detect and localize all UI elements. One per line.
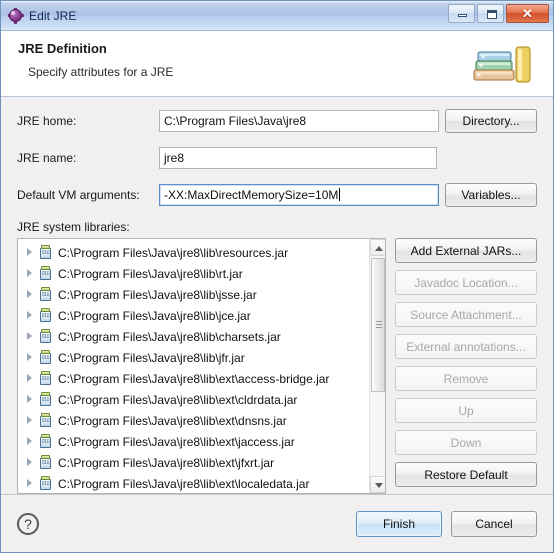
maximize-button[interactable] <box>477 4 504 23</box>
list-item[interactable]: 010 C:\Program Files\Java\jre8\lib\jsse.j… <box>18 284 368 305</box>
expand-arrow-icon[interactable] <box>25 247 36 258</box>
add-external-jars-button[interactable]: Add External JARs... <box>395 238 537 263</box>
vm-args-input[interactable]: -XX:MaxDirectMemorySize=10M <box>159 184 439 206</box>
jar-icon: 010 <box>38 434 53 449</box>
javadoc-location-button: Javadoc Location... <box>395 270 537 295</box>
list-item-label: C:\Program Files\Java\jre8\lib\ext\local… <box>58 476 310 491</box>
list-item-label: C:\Program Files\Java\jre8\lib\ext\acces… <box>58 371 330 386</box>
jar-icon: 010 <box>38 350 53 365</box>
jar-icon: 010 <box>38 392 53 407</box>
expand-arrow-icon[interactable] <box>25 457 36 468</box>
jre-name-row: JRE name: jre8 <box>17 145 537 171</box>
close-button[interactable]: ✕ <box>506 4 549 23</box>
expand-arrow-icon[interactable] <box>25 331 36 342</box>
jar-icon: 010 <box>38 476 53 491</box>
dialog-body: JRE home: C:\Program Files\Java\jre8 Dir… <box>1 97 553 494</box>
jar-icon: 010 <box>38 413 53 428</box>
list-item[interactable]: 010 C:\Program Files\Java\jre8\lib\jfr.ja… <box>18 347 368 368</box>
list-item[interactable]: 010 C:\Program Files\Java\jre8\lib\ext\jf… <box>18 452 368 473</box>
remove-button: Remove <box>395 366 537 391</box>
libraries-list-items: 010 C:\Program Files\Java\jre8\lib\resour… <box>18 239 368 493</box>
libraries-scrollbar[interactable] <box>369 239 385 493</box>
window-controls: ✕ <box>448 4 549 23</box>
cancel-button[interactable]: Cancel <box>451 510 537 537</box>
list-item[interactable]: 010 C:\Program Files\Java\jre8\lib\ext\ja… <box>18 431 368 452</box>
list-item-label: C:\Program Files\Java\jre8\lib\jsse.jar <box>58 287 257 302</box>
scroll-down-button[interactable] <box>370 476 385 493</box>
help-icon[interactable]: ? <box>17 512 39 535</box>
list-item-label: C:\Program Files\Java\jre8\lib\jce.jar <box>58 308 251 323</box>
list-item[interactable]: 010 C:\Program Files\Java\jre8\lib\ext\ac… <box>18 368 368 389</box>
minimize-icon <box>458 14 467 17</box>
expand-arrow-icon[interactable] <box>25 394 36 405</box>
libraries-area: 010 C:\Program Files\Java\jre8\lib\resour… <box>17 238 537 494</box>
list-item[interactable]: 010 C:\Program Files\Java\jre8\lib\jce.ja… <box>18 305 368 326</box>
libraries-list[interactable]: 010 C:\Program Files\Java\jre8\lib\resour… <box>17 238 386 494</box>
jar-icon: 010 <box>38 287 53 302</box>
finish-button[interactable]: Finish <box>356 510 442 537</box>
list-item-label: C:\Program Files\Java\jre8\lib\rt.jar <box>58 266 243 281</box>
edit-jre-dialog: Edit JRE ✕ JRE Definition Specify attrib… <box>0 0 554 553</box>
list-item[interactable]: 010 C:\Program Files\Java\jre8\lib\resour… <box>18 242 368 263</box>
list-item-label: C:\Program Files\Java\jre8\lib\ext\cldrd… <box>58 392 298 407</box>
list-item-label: C:\Program Files\Java\jre8\lib\ext\dnsns… <box>58 413 287 428</box>
list-item-label: C:\Program Files\Java\jre8\lib\ext\jacce… <box>58 434 295 449</box>
scroll-up-button[interactable] <box>370 239 385 256</box>
jar-icon: 010 <box>38 266 53 281</box>
list-item[interactable]: 010 C:\Program Files\Java\jre8\lib\charse… <box>18 326 368 347</box>
jre-name-value: jre8 <box>164 151 185 165</box>
jre-home-value: C:\Program Files\Java\jre8 <box>164 114 307 128</box>
jre-icon <box>8 7 24 24</box>
close-icon: ✕ <box>522 6 533 21</box>
expand-arrow-icon[interactable] <box>25 415 36 426</box>
jre-name-label: JRE name: <box>17 151 77 165</box>
expand-arrow-icon[interactable] <box>25 373 36 384</box>
external-annotations-button: External annotations... <box>395 334 537 359</box>
text-cursor <box>339 188 341 201</box>
directory-button[interactable]: Directory... <box>445 109 537 133</box>
jar-icon: 010 <box>38 245 53 260</box>
list-item-label: C:\Program Files\Java\jre8\lib\resources… <box>58 245 289 260</box>
jar-icon: 010 <box>38 455 53 470</box>
libraries-buttons: Add External JARs... Javadoc Location... S… <box>395 238 537 487</box>
jre-name-input[interactable]: jre8 <box>159 147 437 169</box>
vm-args-label: Default VM arguments: <box>17 188 140 202</box>
list-item-label: C:\Program Files\Java\jre8\lib\charsets.… <box>58 329 281 344</box>
source-attachment-button: Source Attachment... <box>395 302 537 327</box>
books-icon <box>473 46 531 83</box>
minimize-button[interactable] <box>448 4 475 23</box>
list-item-label: C:\Program Files\Java\jre8\lib\ext\jfxrt… <box>58 455 275 470</box>
expand-arrow-icon[interactable] <box>25 289 36 300</box>
expand-arrow-icon[interactable] <box>25 310 36 321</box>
up-button: Up <box>395 398 537 423</box>
maximize-icon <box>487 10 497 19</box>
jar-icon: 010 <box>38 308 53 323</box>
scrollbar-thumb[interactable] <box>371 258 385 392</box>
expand-arrow-icon[interactable] <box>25 478 36 489</box>
list-item[interactable]: 010 C:\Program Files\Java\jre8\lib\ext\cl… <box>18 389 368 410</box>
jre-home-input[interactable]: C:\Program Files\Java\jre8 <box>159 110 439 132</box>
list-item[interactable]: 010 C:\Program Files\Java\jre8\lib\ext\dn… <box>18 410 368 431</box>
title-bar[interactable]: Edit JRE ✕ <box>1 1 553 31</box>
variables-button[interactable]: Variables... <box>445 183 537 207</box>
list-item-label: C:\Program Files\Java\jre8\lib\jfr.jar <box>58 350 245 365</box>
jar-icon: 010 <box>38 329 53 344</box>
jre-home-label: JRE home: <box>17 114 77 128</box>
down-button: Down <box>395 430 537 455</box>
list-item[interactable]: 010 C:\Program Files\Java\jre8\lib\rt.jar <box>18 263 368 284</box>
jre-home-row: JRE home: C:\Program Files\Java\jre8 Dir… <box>17 109 537 133</box>
expand-arrow-icon[interactable] <box>25 268 36 279</box>
list-item[interactable]: 010 C:\Program Files\Java\jre8\lib\ext\lo… <box>18 473 368 493</box>
expand-arrow-icon[interactable] <box>25 436 36 447</box>
jar-icon: 010 <box>38 371 53 386</box>
restore-default-button[interactable]: Restore Default <box>395 462 537 487</box>
dialog-footer: ? Finish Cancel <box>1 494 553 552</box>
libraries-label: JRE system libraries: <box>17 220 130 234</box>
expand-arrow-icon[interactable] <box>25 352 36 363</box>
window-title: Edit JRE <box>29 8 77 23</box>
dialog-header: JRE Definition Specify attributes for a … <box>1 31 553 97</box>
vm-args-row: Default VM arguments: -XX:MaxDirectMemor… <box>17 183 537 207</box>
vm-args-value: -XX:MaxDirectMemorySize=10M <box>164 188 339 202</box>
